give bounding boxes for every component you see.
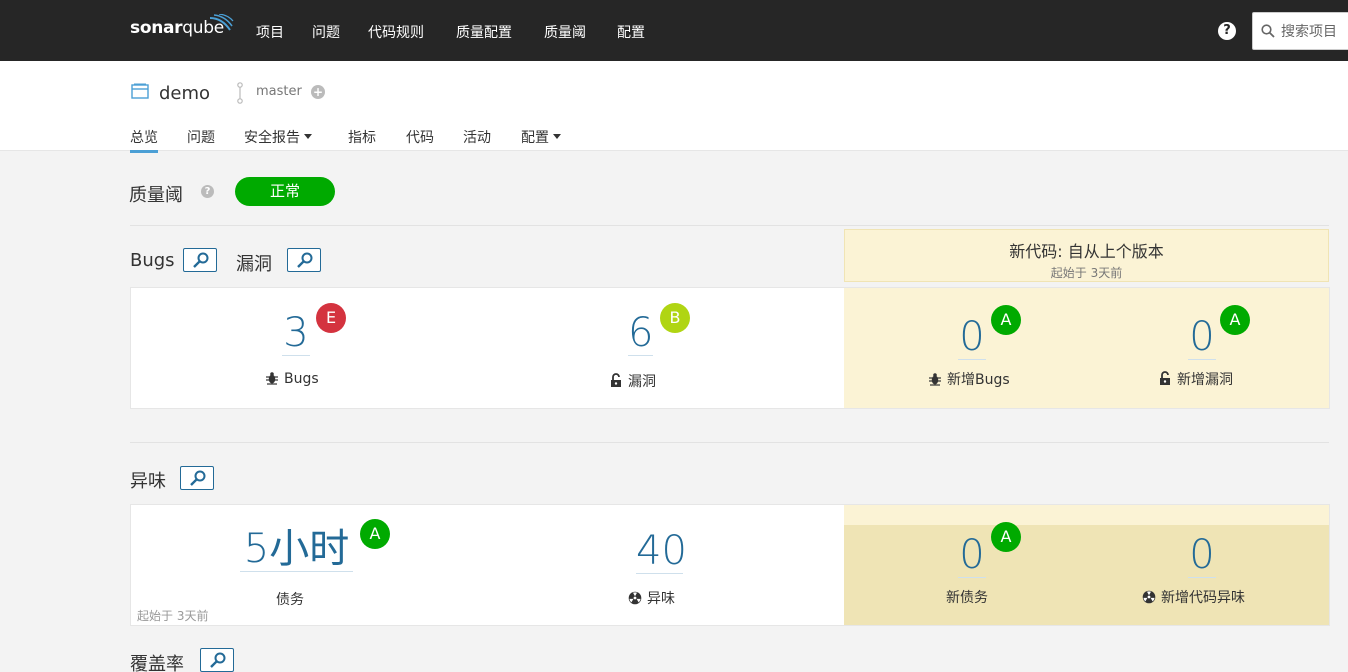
vulnerabilities-count[interactable]: 6 xyxy=(628,313,653,356)
new-code-reliability-panel xyxy=(844,288,1329,408)
search-box[interactable] xyxy=(1252,12,1348,50)
chevron-down-icon xyxy=(304,134,312,139)
sonar-waves-icon xyxy=(209,14,234,31)
new-vulnerabilities-label-text: 新增漏洞 xyxy=(1177,372,1233,388)
section-title-code-smells: 异味 xyxy=(130,471,166,492)
new-code-title: 新代码: 自从上个版本 xyxy=(1009,242,1164,261)
nav-administration[interactable]: 配置 xyxy=(617,22,645,42)
project-header: demo master + 总览 问题 安全报告 指标 代码 活动 配置 xyxy=(0,61,1348,153)
new-bugs-count[interactable]: 0 xyxy=(958,317,986,360)
bug-icon xyxy=(266,372,278,385)
code-smells-label-text: 异味 xyxy=(647,591,675,607)
new-debt-value[interactable]: 0 xyxy=(958,535,986,578)
logo-text-sonar: sonar xyxy=(130,18,183,38)
nav-projects[interactable]: 项目 xyxy=(256,22,284,42)
bugs-count[interactable]: 3 xyxy=(282,313,310,356)
coverage-drilldown-button[interactable] xyxy=(200,648,234,672)
help-icon[interactable]: ? xyxy=(1218,22,1236,40)
new-bugs-rating-badge[interactable]: A xyxy=(991,305,1021,335)
section-title-vulnerabilities: 漏洞 xyxy=(236,254,272,275)
code-smells-drilldown-button[interactable] xyxy=(180,466,214,490)
tab-administration[interactable]: 配置 xyxy=(521,127,561,147)
add-branch-icon[interactable]: + xyxy=(311,85,325,99)
new-maintainability-rating-badge[interactable]: A xyxy=(991,522,1021,552)
search-input[interactable] xyxy=(1281,22,1348,42)
nav-issues[interactable]: 问题 xyxy=(312,22,340,42)
tab-overview[interactable]: 总览 xyxy=(130,127,158,153)
unlock-icon xyxy=(1160,371,1170,385)
bug-icon xyxy=(929,373,941,386)
technical-debt-label: 债务 xyxy=(276,592,304,608)
new-vulnerabilities-count[interactable]: 0 xyxy=(1188,317,1216,360)
new-bugs-label-text: 新增Bugs xyxy=(947,372,1010,388)
technical-debt-value[interactable]: 5小时 xyxy=(240,529,353,572)
nav-quality-profiles[interactable]: 质量配置 xyxy=(456,22,512,42)
bugs-drilldown-button[interactable] xyxy=(183,248,217,272)
branch-name[interactable]: master xyxy=(256,84,302,99)
vulnerabilities-label-text: 漏洞 xyxy=(628,374,656,390)
section-title-bugs: Bugs xyxy=(130,250,175,271)
vulnerabilities-rating-badge[interactable]: B xyxy=(660,303,690,333)
new-vulnerabilities-label: 新增漏洞 xyxy=(1158,369,1233,389)
tab-security-reports-label: 安全报告 xyxy=(244,130,300,146)
vulnerabilities-label: 漏洞 xyxy=(609,371,656,391)
quality-gate-status-badge: 正常 xyxy=(235,177,335,206)
unlock-icon xyxy=(611,373,621,387)
new-code-smells-label: 新增代码异味 xyxy=(1142,587,1245,607)
vulnerabilities-drilldown-button[interactable] xyxy=(287,248,321,272)
magnifier-icon xyxy=(193,252,209,268)
divider xyxy=(130,225,1329,226)
tab-administration-label: 配置 xyxy=(521,130,549,146)
project-icon xyxy=(131,83,149,99)
tab-activity[interactable]: 活动 xyxy=(463,127,491,147)
new-code-period-header: 新代码: 自从上个版本 起始于 3天前 xyxy=(844,229,1329,282)
tab-code[interactable]: 代码 xyxy=(406,127,434,147)
help-icon[interactable]: ? xyxy=(201,185,214,198)
bugs-label-text: Bugs xyxy=(284,371,319,387)
nav-coding-rules[interactable]: 代码规则 xyxy=(368,22,424,42)
branch-icon xyxy=(237,82,243,104)
search-icon xyxy=(1261,24,1275,38)
nav-quality-gates[interactable]: 质量阈 xyxy=(544,22,586,42)
magnifier-icon xyxy=(190,470,206,486)
section-title-coverage: 覆盖率 xyxy=(130,654,184,672)
magnifier-icon xyxy=(210,652,226,668)
new-code-maintainability-panel xyxy=(844,525,1329,625)
tab-issues[interactable]: 问题 xyxy=(187,127,215,147)
new-code-smells-label-text: 新增代码异味 xyxy=(1161,590,1245,606)
project-name[interactable]: demo xyxy=(159,83,210,104)
new-vulnerabilities-rating-badge[interactable]: A xyxy=(1220,305,1250,335)
new-bugs-label: 新增Bugs xyxy=(928,369,1010,389)
code-smells-count[interactable]: 40 xyxy=(636,531,687,574)
chevron-down-icon xyxy=(553,134,561,139)
new-code-smells-count[interactable]: 0 xyxy=(1188,535,1216,578)
maintainability-rating-badge[interactable]: A xyxy=(360,519,390,549)
new-debt-label: 新债务 xyxy=(946,590,988,606)
new-code-maintainability-top xyxy=(844,505,1329,525)
divider xyxy=(130,442,1329,443)
radioactive-icon xyxy=(628,591,642,605)
bugs-rating-badge[interactable]: E xyxy=(316,303,346,333)
new-code-since: 起始于 3天前 xyxy=(1050,266,1123,280)
tab-measures[interactable]: 指标 xyxy=(348,127,376,147)
bugs-label: Bugs xyxy=(265,371,319,387)
tab-security-reports[interactable]: 安全报告 xyxy=(244,127,312,147)
debt-since-label: 起始于 3天前 xyxy=(137,609,209,623)
radioactive-icon xyxy=(1142,590,1156,604)
code-smells-label: 异味 xyxy=(628,588,675,608)
top-navigation-bar: sonarqube 项目 问题 代码规则 质量配置 质量阈 配置 ? xyxy=(0,0,1348,61)
quality-gate-label: 质量阈 xyxy=(129,185,183,206)
magnifier-icon xyxy=(297,252,313,268)
